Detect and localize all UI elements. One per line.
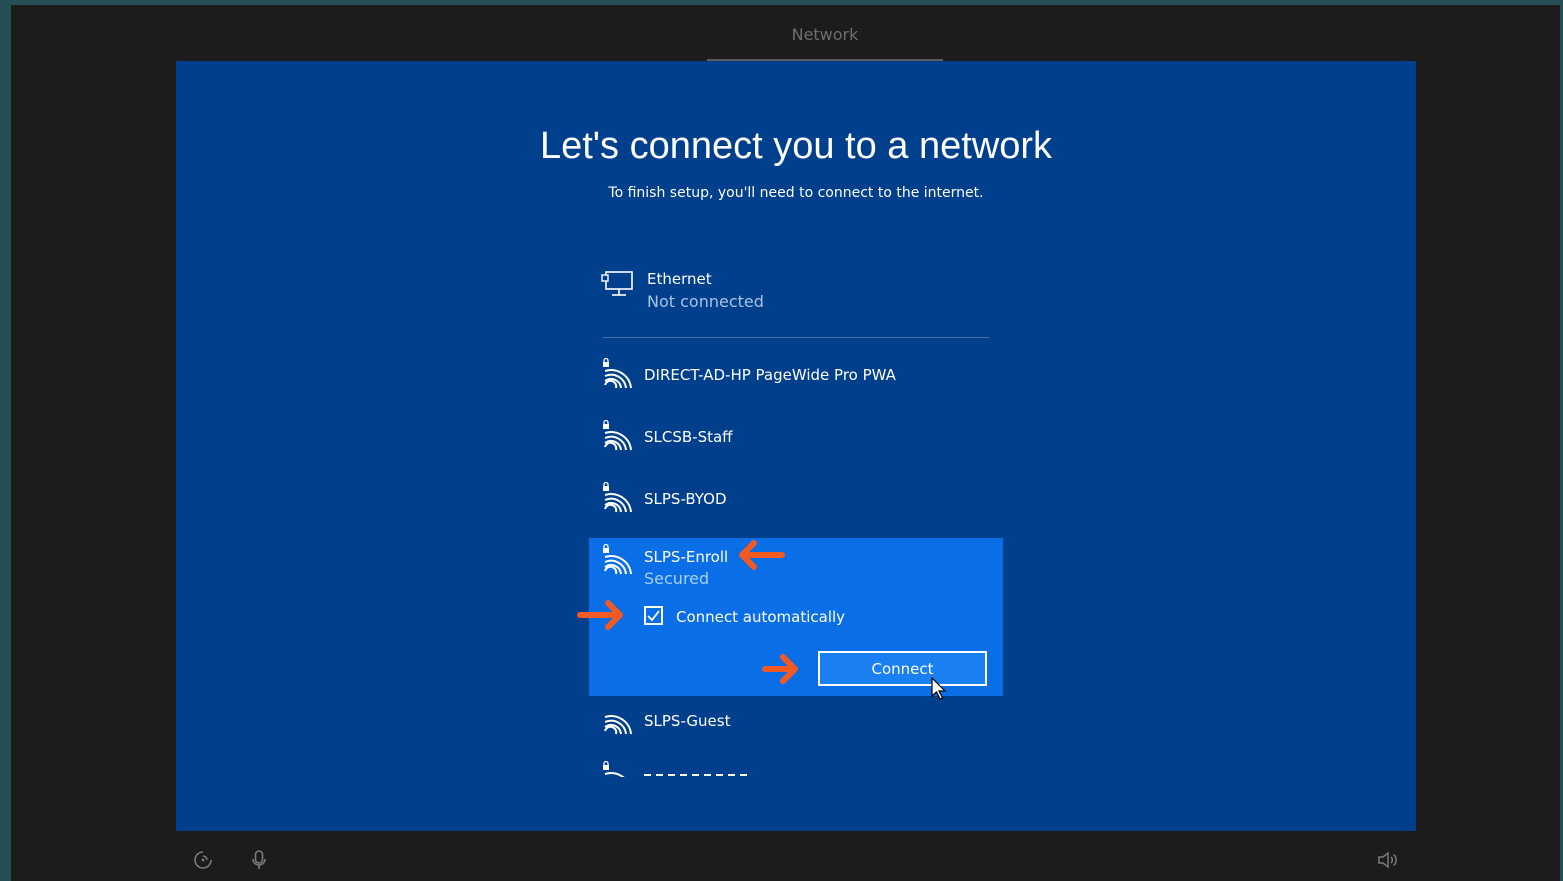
connect-automatically-label: Connect automatically (676, 608, 846, 626)
wifi-secured-icon (603, 482, 632, 513)
volume-icon[interactable] (1376, 849, 1398, 871)
mouse-cursor-icon (931, 677, 947, 700)
tab-network[interactable]: Network (707, 0, 943, 61)
window-frame-left (0, 0, 11, 881)
wifi-secured-icon (603, 544, 632, 575)
connect-automatically-checkbox[interactable] (644, 606, 663, 625)
wifi-secured-icon (603, 358, 632, 389)
network-status: Secured (644, 569, 710, 588)
wifi-icon (604, 715, 632, 735)
wifi-secured-icon (603, 761, 625, 777)
annotation-arrow-right-icon (577, 600, 623, 630)
annotation-arrow-right-icon (762, 654, 798, 684)
connect-button[interactable]: Connect (818, 651, 987, 686)
microphone-icon[interactable] (248, 849, 270, 871)
list-item-network[interactable]: SLPS-Guest (601, 704, 1001, 744)
list-item-network-partial[interactable] (601, 761, 1001, 777)
network-name: SLCSB-Staff (644, 428, 733, 446)
list-item-network[interactable]: SLCSB-Staff (601, 420, 1001, 460)
ethernet-item[interactable]: Ethernet Not connected (601, 267, 1001, 327)
cutoff-text-fragment (644, 774, 752, 776)
page-title: Let's connect you to a network (539, 125, 1053, 167)
ease-of-access-icon[interactable] (192, 849, 214, 871)
wifi-secured-icon (603, 420, 632, 451)
annotation-arrow-left-icon (739, 540, 785, 570)
list-item-network[interactable]: DIRECT-AD-HP PageWide Pro PWA (601, 358, 1001, 398)
network-name: SLPS-BYOD (644, 490, 727, 508)
ethernet-name: Ethernet (647, 270, 712, 288)
network-name: SLPS-Guest (644, 712, 731, 730)
page-subtitle: To finish setup, you'll need to connect … (608, 185, 984, 201)
ethernet-status: Not connected (647, 292, 764, 311)
checkmark-icon (647, 610, 660, 622)
ethernet-icon (601, 271, 633, 296)
list-item-network[interactable]: SLPS-BYOD (601, 482, 1001, 522)
network-name: SLPS-Enroll (644, 548, 729, 566)
network-name: DIRECT-AD-HP PageWide Pro PWA (644, 366, 896, 384)
list-divider (603, 337, 989, 338)
oobe-network-panel: Let's connect you to a network To finish… (176, 61, 1416, 831)
